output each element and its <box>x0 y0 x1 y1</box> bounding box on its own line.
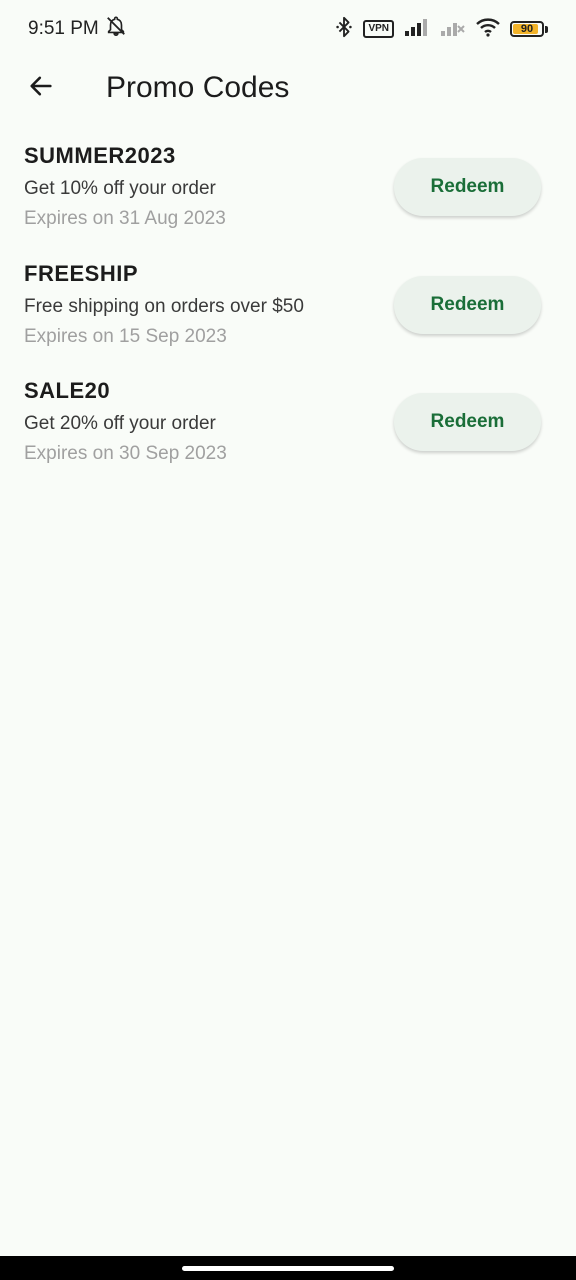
back-button[interactable] <box>0 58 82 118</box>
page-title: Promo Codes <box>106 71 290 104</box>
promo-code: SUMMER2023 <box>24 143 176 168</box>
wifi-icon <box>476 17 500 42</box>
promo-item: SUMMER2023 Get 10% off your order Expire… <box>0 138 576 256</box>
bluetooth-icon <box>335 16 353 43</box>
status-time: 9:51 PM <box>28 18 99 39</box>
promo-code: SALE20 <box>24 378 111 403</box>
system-nav-bar <box>0 1256 576 1280</box>
promo-expiry: Expires on 15 Sep 2023 <box>24 325 227 347</box>
battery-icon: 90 <box>510 21 548 37</box>
signal-x-icon <box>440 18 466 41</box>
promo-description: Get 20% off your order <box>24 413 216 434</box>
promo-code: FREESHIP <box>24 260 139 286</box>
app-bar: Promo Codes <box>0 58 576 118</box>
signal-icon <box>404 18 430 41</box>
battery-body: 90 <box>510 21 544 37</box>
promo-expiry: Expires on 30 Sep 2023 <box>24 443 227 464</box>
battery-tip <box>545 25 548 33</box>
arrow-back-icon <box>27 72 55 105</box>
promo-text: SUMMER2023 Get 10% off your order Expire… <box>24 138 226 234</box>
status-bar: 9:51 PM VPN 90 <box>0 0 576 58</box>
promo-text: SALE20 Get 20% off your order Expires on… <box>24 373 227 469</box>
redeem-button[interactable]: Redeem <box>394 275 541 334</box>
promo-description: Free shipping on orders over $50 <box>24 295 304 317</box>
promo-item: FREESHIP Free shipping on orders over $5… <box>0 256 576 374</box>
promo-description: Get 10% off your order <box>24 178 216 199</box>
status-left: 9:51 PM <box>28 15 127 43</box>
battery-level: 90 <box>520 23 534 35</box>
promo-list: SUMMER2023 Get 10% off your order Expire… <box>0 138 576 491</box>
redeem-button[interactable]: Redeem <box>394 393 541 451</box>
vpn-icon: VPN <box>363 20 394 38</box>
bell-off-icon <box>105 15 127 43</box>
promo-expiry: Expires on 31 Aug 2023 <box>24 208 226 229</box>
promo-item: SALE20 Get 20% off your order Expires on… <box>0 373 576 491</box>
status-right: VPN 90 <box>335 16 548 43</box>
home-indicator[interactable] <box>182 1265 394 1271</box>
promo-text: FREESHIP Free shipping on orders over $5… <box>24 256 304 352</box>
redeem-button[interactable]: Redeem <box>394 158 541 216</box>
